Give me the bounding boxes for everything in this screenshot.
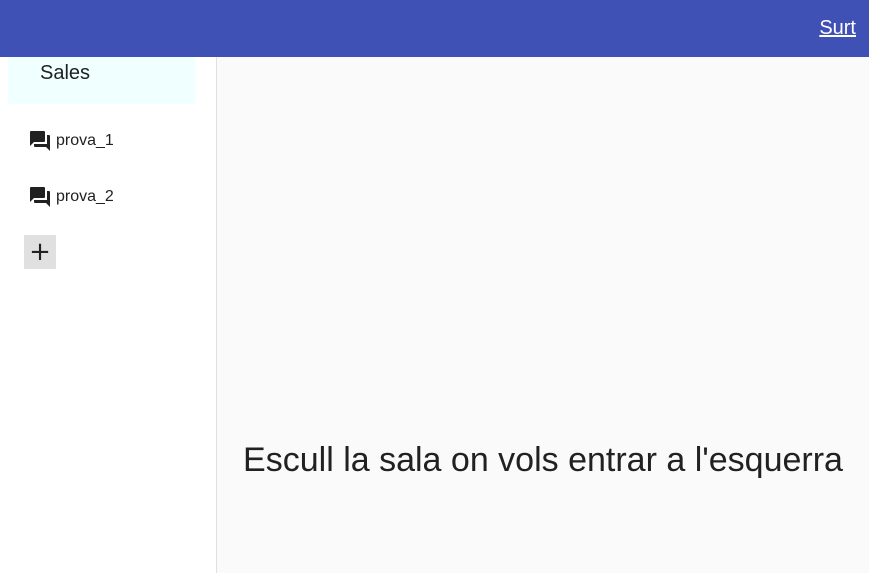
- room-label: prova_2: [56, 188, 114, 205]
- forum-icon: [30, 131, 50, 151]
- top-app-bar: Surt: [0, 0, 869, 57]
- room-label: prova_1: [56, 132, 114, 149]
- sidebar-header: Sales: [8, 57, 195, 104]
- logout-link[interactable]: Surt: [819, 17, 856, 40]
- select-room-prompt: Escull la sala on vols entrar a l'esquer…: [243, 441, 843, 479]
- forum-icon: [30, 187, 50, 207]
- sidebar-title: Sales: [40, 62, 91, 84]
- room-item-prova-2[interactable]: prova_2: [28, 185, 114, 209]
- main-content: Escull la sala on vols entrar a l'esquer…: [217, 57, 869, 573]
- sidebar: Sales prova_1 prova_2 +: [0, 57, 217, 573]
- add-room-button[interactable]: +: [24, 235, 56, 269]
- room-item-prova-1[interactable]: prova_1: [28, 129, 114, 153]
